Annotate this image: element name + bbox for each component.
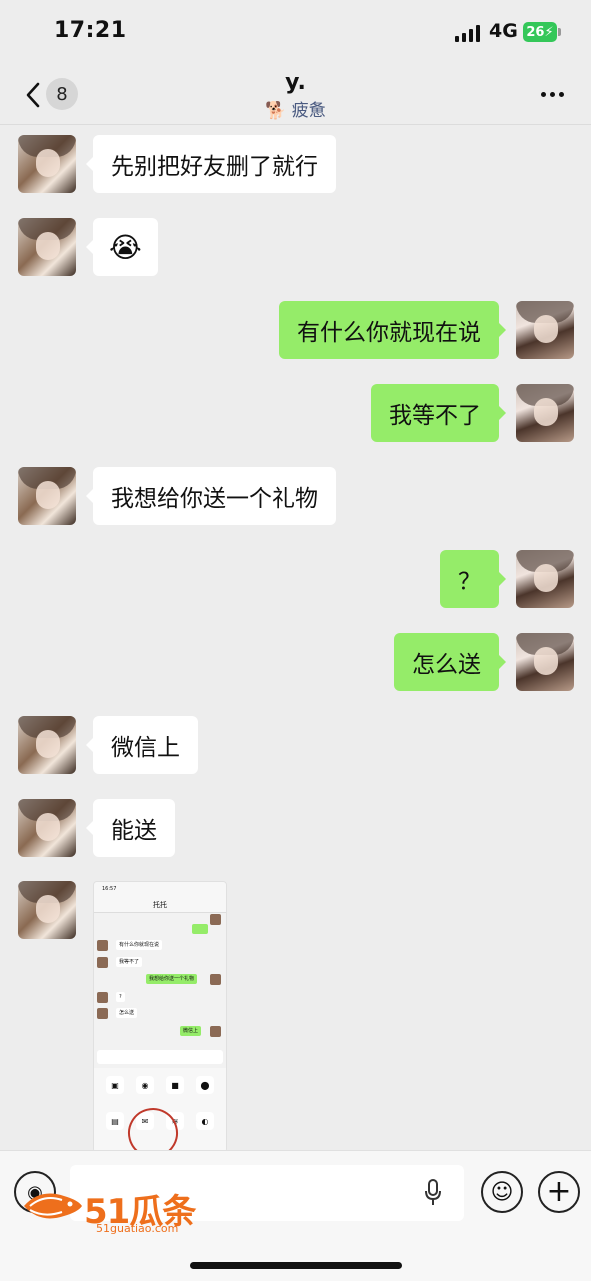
emoji-message[interactable]: 😭 [86,218,158,276]
message-bubble-received[interactable]: 微信上 [86,716,198,774]
screenshot-row: 我想给你送一个礼物 [146,974,198,984]
home-indicator[interactable] [190,1262,402,1269]
message-bubble-received[interactable]: 能送 [86,799,175,857]
screenshot-row: ? [116,992,125,1002]
battery-icon: 26 ⚡ [523,22,557,42]
contact-name: y. [285,70,306,95]
dog-icon: 🐕 [265,101,287,121]
message-bubble-sent[interactable]: 我等不了 [371,384,506,442]
message-bubble-sent[interactable]: 有什么你就现在说 [279,301,506,359]
image-message[interactable]: 16:57 托托 有什么你就现在说 我等不了 我想给你送一个礼物 ? 怎么送 微… [93,881,227,1153]
contact-avatar[interactable] [18,467,76,525]
signal-icon [455,24,480,42]
battery-level: 26 [526,24,545,40]
screenshot-time: 16:57 [102,886,117,892]
ellipsis-icon [540,91,546,97]
screenshot-row: 微信上 [180,1026,202,1036]
my-avatar[interactable] [516,384,574,442]
watermark-logo: 51瓜条 51guatiao.com [20,1180,220,1240]
chat-header: y. 🐕 疲惫 8 [0,66,591,125]
message-bubble-sent[interactable]: ？ [440,550,506,608]
contact-avatar[interactable] [18,799,76,857]
status-bar: 17:21 4G 26 ⚡ [0,0,591,66]
microphone-icon[interactable] [424,1179,442,1207]
more-button[interactable] [537,82,567,106]
plus-icon[interactable]: + [538,1171,580,1213]
my-avatar[interactable] [516,633,574,691]
battery-tip [558,28,561,36]
message-bubble-received[interactable]: 我想给你送一个礼物 [86,467,336,525]
screenshot-row: 我等不了 [116,957,143,967]
screenshot-row: 怎么送 [116,1008,138,1018]
screenshot-title: 托托 [153,901,167,909]
unread-badge: 8 [46,78,78,110]
contact-avatar[interactable] [18,135,76,193]
fish-logo-icon [24,1193,82,1219]
screenshot-header: 16:57 托托 [94,882,226,913]
network-type: 4G [489,20,518,42]
my-avatar[interactable] [516,550,574,608]
watermark-url: 51guatiao.com [96,1222,179,1235]
contact-avatar[interactable] [18,881,76,939]
screenshot-row: 有什么你就现在说 [116,940,163,950]
contact-status: 🐕 疲惫 [0,96,591,121]
contact-avatar[interactable] [18,716,76,774]
status-time: 17:21 [54,18,127,43]
message-bubble-received[interactable]: 先别把好友删了就行 [86,135,336,193]
smiley-icon[interactable]: ☺ [481,1171,523,1213]
contact-status-text: 疲惫 [291,101,326,121]
message-bubble-sent[interactable]: 怎么送 [394,633,506,691]
my-avatar[interactable] [516,301,574,359]
contact-avatar[interactable] [18,218,76,276]
